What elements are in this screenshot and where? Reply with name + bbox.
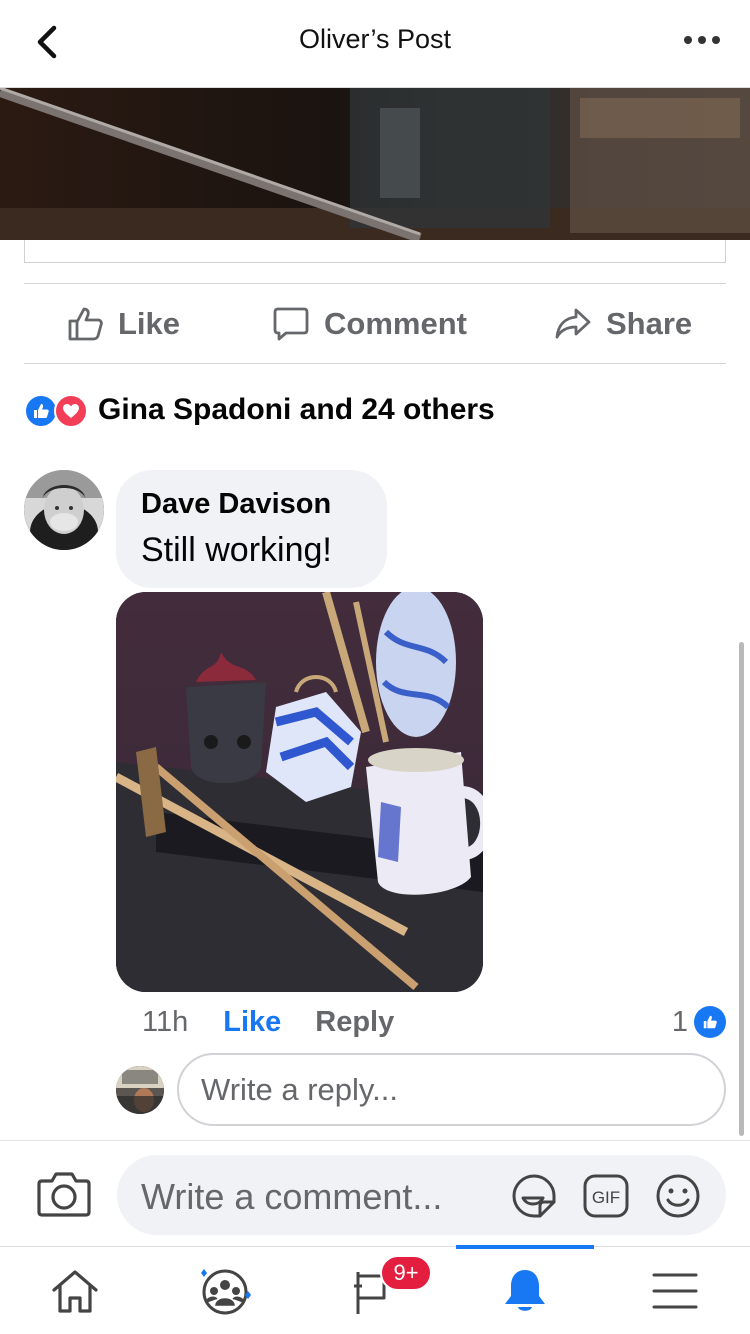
notifications-bell-icon xyxy=(505,1270,545,1311)
comment-photo[interactable] xyxy=(116,592,483,992)
reply-input[interactable]: Write a reply... xyxy=(177,1053,726,1126)
comment-text: Still working! xyxy=(141,531,332,569)
comment-photo-image xyxy=(116,592,483,992)
reactions-text: Gina Spadoni and 24 others xyxy=(98,393,495,426)
reply-placeholder: Write a reply... xyxy=(201,1071,398,1107)
nav-groups[interactable] xyxy=(150,1247,300,1334)
nav-notifications[interactable] xyxy=(450,1247,600,1334)
gif-label: GIF xyxy=(592,1188,620,1207)
more-dots-icon xyxy=(684,36,720,44)
post-action-bar: Like Comment Share xyxy=(24,283,726,364)
page-title: Oliver’s Post xyxy=(298,24,452,54)
scrollbar[interactable] xyxy=(739,642,744,1136)
comment-label: Comment xyxy=(324,306,467,341)
comment-meta: 11h Like Reply xyxy=(142,1002,394,1042)
notifications-badge: 9+ xyxy=(380,1255,432,1291)
groups-icon xyxy=(201,1269,251,1315)
like-reaction-icon xyxy=(24,394,58,428)
gif-button[interactable]: GIF xyxy=(582,1173,630,1219)
home-icon xyxy=(52,1270,98,1313)
top-bar: Oliver’s Post xyxy=(0,0,750,88)
comment-bubble-icon xyxy=(273,307,309,341)
more-options-button[interactable] xyxy=(682,32,722,48)
current-user-avatar xyxy=(116,1066,164,1114)
comment-composer: Write a comment... GIF xyxy=(0,1140,750,1246)
comment-like-button[interactable]: Like xyxy=(223,1006,281,1039)
comment-bubble[interactable]: Dave Davison Still working! xyxy=(116,470,387,588)
comment-time: 11h xyxy=(142,1005,189,1038)
camera-icon xyxy=(37,1172,91,1217)
nav-pages[interactable] xyxy=(300,1247,450,1334)
comment-author[interactable]: Dave Davison xyxy=(141,488,362,521)
smiley-icon xyxy=(656,1174,700,1218)
comment-button[interactable]: Comment xyxy=(272,284,467,364)
gif-icon: GIF xyxy=(583,1174,629,1218)
sticker-icon xyxy=(512,1174,556,1218)
like-button[interactable]: Like xyxy=(66,284,180,364)
avatar-image xyxy=(116,1066,164,1114)
reactions-summary[interactable]: Gina Spadoni and 24 others xyxy=(24,390,495,430)
like-reaction-icon xyxy=(694,1006,726,1038)
comment-like-count[interactable]: 1 xyxy=(672,1002,726,1042)
sticker-button[interactable] xyxy=(510,1172,558,1220)
comment-placeholder: Write a comment... xyxy=(141,1176,443,1217)
nav-menu[interactable] xyxy=(600,1247,750,1334)
emoji-button[interactable] xyxy=(654,1172,702,1220)
share-label: Share xyxy=(606,306,693,341)
post-photo[interactable] xyxy=(0,88,750,240)
commenter-avatar[interactable] xyxy=(24,470,104,550)
nav-home[interactable] xyxy=(0,1247,150,1334)
reaction-icons xyxy=(24,392,92,428)
camera-button[interactable] xyxy=(36,1169,92,1219)
menu-icon xyxy=(652,1273,698,1309)
post-card-frame xyxy=(24,240,726,263)
comment-input[interactable]: Write a comment... GIF xyxy=(117,1155,726,1235)
bottom-navigation: 9+ xyxy=(0,1245,750,1334)
love-reaction-icon xyxy=(54,394,88,428)
share-button[interactable]: Share xyxy=(554,284,692,364)
share-arrow-icon xyxy=(555,308,591,339)
like-count-value: 1 xyxy=(671,1005,688,1038)
avatar-image xyxy=(24,470,104,550)
thumbs-up-icon xyxy=(68,307,103,341)
comment-reply-button[interactable]: Reply xyxy=(315,1006,394,1039)
like-label: Like xyxy=(118,306,181,341)
post-photo-image xyxy=(0,88,750,240)
